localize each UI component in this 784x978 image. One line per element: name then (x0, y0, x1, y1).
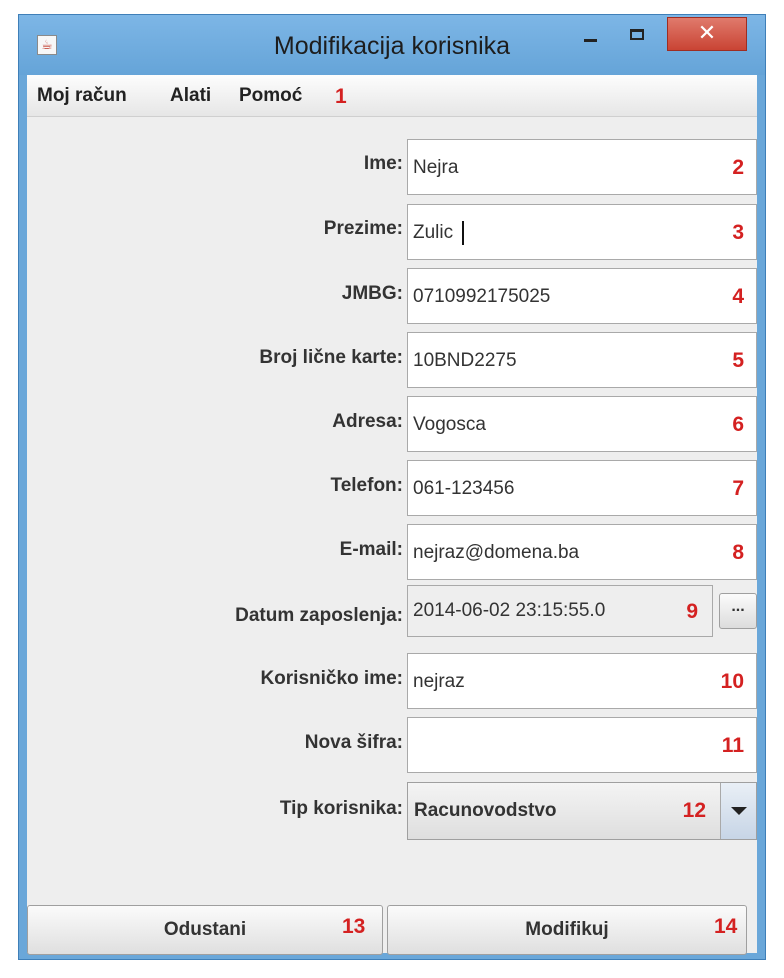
adresa-field[interactable]: Vogosca 6 (407, 396, 757, 452)
broj-licne-karte-label: Broj lične karte: (259, 347, 403, 368)
ime-value: Nejra (413, 157, 459, 178)
adresa-label: Adresa: (332, 411, 403, 432)
chevron-down-icon[interactable] (720, 783, 756, 839)
maximize-icon[interactable] (619, 25, 657, 53)
prezime-value: Zulic (413, 222, 454, 243)
annotation-number: 5 (732, 349, 744, 372)
jmbg-value: 0710992175025 (413, 286, 551, 307)
telefon-label: Telefon: (330, 475, 403, 496)
annotation-number: 1 (335, 85, 347, 108)
email-value: nejraz@domena.ba (413, 542, 580, 563)
nova-sifra-field[interactable]: 11 (407, 717, 757, 773)
adresa-value: Vogosca (413, 414, 486, 435)
annotation-number: 10 (720, 670, 744, 693)
menu-moj-racun[interactable]: Moj račun (37, 75, 127, 117)
annotation-number: 3 (732, 221, 744, 244)
annotation-number: 13 (342, 915, 366, 938)
email-field[interactable]: nejraz@domena.ba 8 (407, 524, 757, 580)
ime-label: Ime: (363, 153, 403, 174)
annotation-number: 14 (714, 915, 738, 938)
datum-zaposlenja-value: 2014-06-02 23:15:55.0 (413, 600, 606, 621)
menu-alati[interactable]: Alati (170, 75, 211, 117)
title-bar[interactable]: ☕ Modifikacija korisnika ✕ (19, 15, 765, 75)
telefon-field[interactable]: 061-123456 7 (407, 460, 757, 516)
modifikuj-button[interactable]: Modifikuj 14 (387, 905, 747, 955)
annotation-number: 4 (732, 285, 744, 308)
window-client-area: Moj račun Alati Pomoć 1 Ime: Nejra 2 Pre… (27, 75, 757, 955)
prezime-field[interactable]: Zulic 3 (407, 204, 757, 260)
jmbg-label: JMBG: (341, 283, 403, 304)
app-window: ☕ Modifikacija korisnika ✕ Moj račun Ala… (18, 14, 766, 960)
date-picker-button[interactable]: ... (719, 593, 757, 629)
ime-field[interactable]: Nejra 2 (407, 139, 757, 195)
text-caret (462, 221, 464, 245)
email-label: E-mail: (339, 539, 403, 560)
jmbg-field[interactable]: 0710992175025 4 (407, 268, 757, 324)
datum-zaposlenja-label: Datum zaposlenja: (235, 605, 403, 626)
minimize-icon[interactable] (571, 25, 609, 53)
close-icon[interactable]: ✕ (667, 17, 747, 51)
broj-licne-karte-value: 10BND2275 (413, 350, 517, 371)
tip-korisnika-label: Tip korisnika: (279, 798, 403, 819)
korisnicko-ime-value: nejraz (413, 671, 465, 692)
telefon-value: 061-123456 (413, 478, 515, 499)
datum-zaposlenja-field: 2014-06-02 23:15:55.0 9 (407, 585, 713, 637)
tip-korisnika-value: Racunovodstvo (414, 800, 557, 821)
annotation-number: 6 (732, 413, 744, 436)
korisnicko-ime-label: Korisničko ime: (260, 668, 403, 689)
menu-pomoc[interactable]: Pomoć (239, 75, 302, 117)
broj-licne-karte-field[interactable]: 10BND2275 5 (407, 332, 757, 388)
tip-korisnika-select[interactable]: Racunovodstvo 12 (407, 782, 757, 840)
menu-bar: Moj račun Alati Pomoć 1 (27, 75, 757, 117)
annotation-number: 7 (732, 477, 744, 500)
nova-sifra-label: Nova šifra: (304, 732, 403, 753)
annotation-number: 8 (732, 541, 744, 564)
odustani-button-label: Odustani (163, 919, 247, 940)
annotation-number: 2 (732, 156, 744, 179)
modifikuj-button-label: Modifikuj (525, 919, 609, 940)
odustani-button[interactable]: Odustani 13 (27, 905, 383, 955)
annotation-number: 9 (686, 600, 698, 623)
annotation-number: 11 (721, 734, 744, 757)
annotation-number: 12 (682, 799, 706, 822)
korisnicko-ime-field[interactable]: nejraz 10 (407, 653, 757, 709)
prezime-label: Prezime: (323, 218, 403, 239)
